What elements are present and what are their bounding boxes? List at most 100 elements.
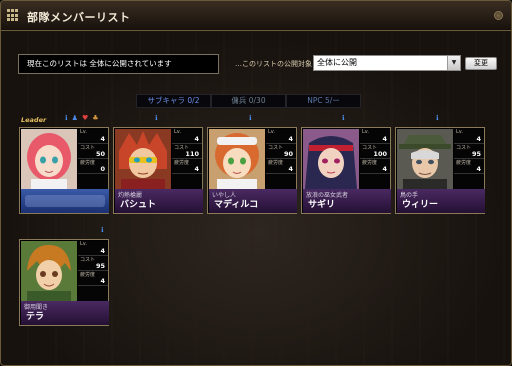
leader-status-icons: ℹ ♟ ♥ ♣ [65,114,99,122]
member-name: ウィリー [402,200,439,210]
stat-row: コスト 110 [172,144,202,159]
grid-icon [7,9,20,22]
stat-row: Lv. 4 [360,129,390,144]
stat-row: 疲労度 4 [360,159,390,174]
stat-row: コスト 100 [360,144,390,159]
member-stats: Lv. 4 コスト 90 疲労度 4 [266,129,296,189]
info-icon[interactable]: ℹ [342,114,345,122]
fatigue-value: 4 [288,165,293,173]
pouch-icon: ♣ [92,114,99,122]
stat-row: コスト 50 [78,144,108,159]
member-card[interactable]: Lv. 4 コスト 95 疲労度 4 鳥の手 ウィリー [395,127,485,214]
stat-row: Lv. 4 [78,241,108,256]
party-member-window: 部隊メンバーリスト 現在このリストは 全体に公開されています …このリストの公開… [0,0,512,366]
visibility-selected-value: 全体に公開 [317,58,357,67]
stat-label: コスト [80,257,96,263]
stat-label: Lv. [456,129,463,135]
member-stats: Lv. 4 コスト 50 疲労度 0 [78,129,108,189]
member-stats: Lv. 4 コスト 95 疲労度 4 [78,241,108,301]
stat-row: Lv. 4 [172,129,202,144]
title-bar: 部隊メンバーリスト [1,1,511,31]
fatigue-value: 0 [100,165,105,173]
member-card[interactable]: Lv. 4 コスト 90 疲労度 4 いやし人 マディルコ [207,127,297,214]
stat-label: 疲労度 [80,272,96,278]
stat-label: Lv. [80,241,87,247]
fatigue-value: 4 [100,277,105,285]
visibility-label: …このリストの公開対象 [235,60,312,68]
stat-label: Lv. [362,129,369,135]
info-icon[interactable]: ℹ [65,114,68,122]
fatigue-value: 4 [382,165,387,173]
member-portrait [397,129,453,189]
public-status-text: 現在このリストは 全体に公開されています [18,54,219,74]
member-portrait [303,129,359,189]
window-corner-ornament [494,11,503,20]
info-icon[interactable]: ℹ [249,114,252,122]
visibility-select[interactable]: 全体に公開 ▼ [313,55,461,71]
stat-row: コスト 95 [454,144,484,159]
stat-label: 疲労度 [456,160,472,166]
cost-value: 90 [283,150,293,158]
stat-row: 疲労度 4 [266,159,296,174]
member-card[interactable]: Lv. 4 コスト 100 疲労度 4 放浪の巫女武者 サギリ [301,127,391,214]
stat-label: コスト [80,145,96,151]
stat-row: 疲労度 4 [78,271,108,286]
member-nameplate: いやし人 マディルコ [209,189,297,213]
fatigue-value: 4 [194,165,199,173]
level-value: 4 [100,135,105,143]
stat-label: Lv. [80,129,87,135]
member-portrait [21,129,77,189]
member-portrait [209,129,265,189]
stat-row: Lv. 4 [266,129,296,144]
level-value: 4 [288,135,293,143]
info-icon[interactable]: ℹ [101,226,104,234]
member-card-leader[interactable]: Lv. 4 コスト 50 疲労度 0 [19,127,109,214]
stat-label: 疲労度 [80,160,96,166]
dropdown-arrow-icon[interactable]: ▼ [447,56,460,70]
member-name: マディルコ [214,200,259,210]
stat-label: コスト [456,145,472,151]
member-nameplate: 灼熱槍麗 バシュト [115,189,203,213]
stat-label: Lv. [174,129,181,135]
member-nameplate: 放浪の巫女武者 サギリ [303,189,391,213]
npc-count: NPC 5/ー [286,94,361,108]
member-stats: Lv. 4 コスト 95 疲労度 4 [454,129,484,189]
level-value: 4 [476,135,481,143]
stat-label: Lv. [268,129,275,135]
leader-label: Leader [21,116,47,124]
member-nameplate: 鳥の手 ウィリー [397,189,485,213]
content-area: 現在このリストは 全体に公開されています …このリストの公開対象 全体に公開 ▼… [1,32,511,365]
mercenary-count: 傭兵 0/30 [211,94,286,108]
stat-row: Lv. 4 [454,129,484,144]
member-nameplate: 御用聞き テラ [21,301,109,325]
cost-value: 50 [95,150,105,158]
change-button[interactable]: 変更 [465,57,497,70]
stat-label: 疲労度 [174,160,190,166]
info-icon[interactable]: ℹ [155,114,158,122]
cost-value: 100 [373,150,387,158]
redacted-name [25,195,105,207]
stat-row: コスト 95 [78,256,108,271]
info-icon[interactable]: ℹ [436,114,439,122]
subchar-count: サブキャラ 0/2 [136,94,211,108]
heart-icon: ♥ [81,114,89,122]
cost-value: 95 [471,150,481,158]
member-card[interactable]: Lv. 4 コスト 110 疲労度 4 灼熱槍麗 バシュト [113,127,203,214]
member-name: テラ [26,312,45,322]
stat-label: 疲労度 [268,160,284,166]
member-card[interactable]: Lv. 4 コスト 95 疲労度 4 御用聞き テラ [19,239,109,326]
stat-label: 疲労度 [362,160,378,166]
member-stats: Lv. 4 コスト 110 疲労度 4 [172,129,202,189]
member-portrait [115,129,171,189]
stat-label: コスト [268,145,284,151]
cost-value: 95 [95,262,105,270]
stat-row: コスト 90 [266,144,296,159]
member-nameplate [21,189,109,213]
level-value: 4 [382,135,387,143]
stat-row: 疲労度 0 [78,159,108,174]
stat-row: 疲労度 4 [172,159,202,174]
stat-row: 疲労度 4 [454,159,484,174]
window-title: 部隊メンバーリスト [27,11,131,24]
member-stats: Lv. 4 コスト 100 疲労度 4 [360,129,390,189]
level-value: 4 [194,135,199,143]
